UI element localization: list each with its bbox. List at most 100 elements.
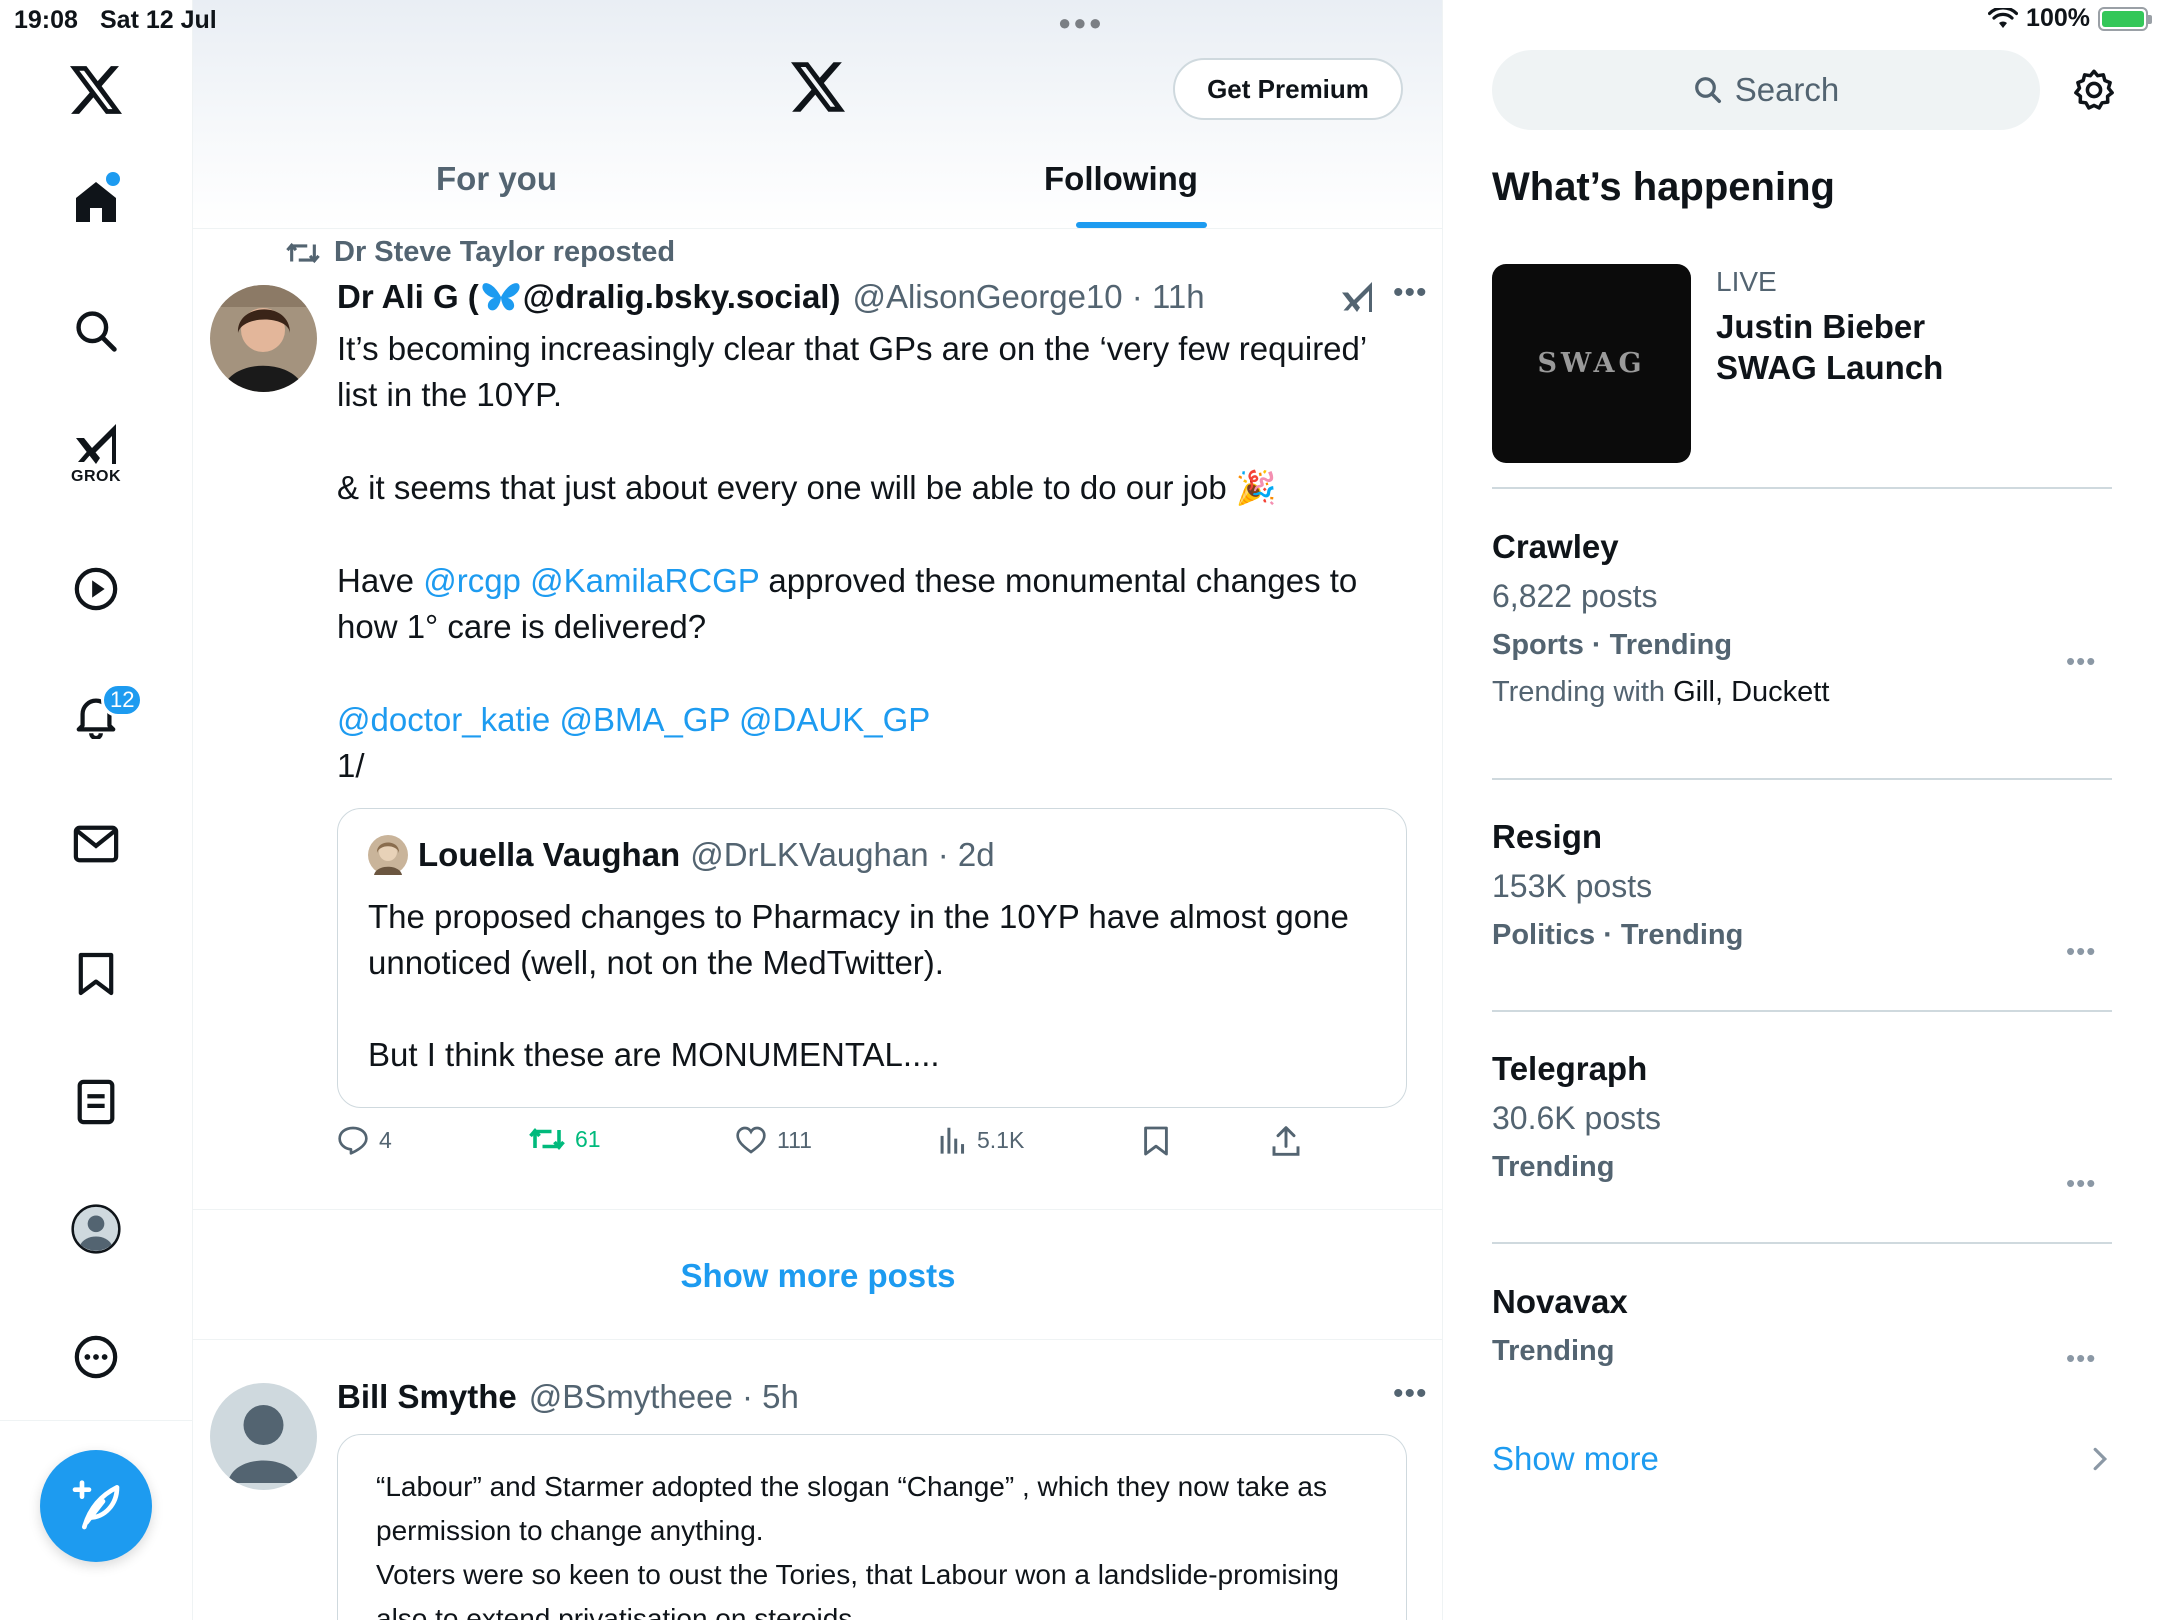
x-logo-icon[interactable] — [62, 56, 130, 124]
compose-feather-icon — [72, 1480, 120, 1530]
views-button[interactable]: 5.1K — [939, 1125, 1024, 1155]
mention-links[interactable]: @rcgp @KamilaRCGP — [423, 562, 759, 599]
trend-more-icon[interactable]: ••• — [2066, 936, 2096, 967]
search-input[interactable]: Search — [1492, 50, 2040, 130]
trending-with: Trending with Gill, Duckett — [1492, 676, 2112, 709]
main-timeline: Get Premium For you Following Dr Steve T… — [193, 0, 1443, 1620]
reply-button[interactable]: 4 — [337, 1125, 392, 1155]
trend-post-count: 6,822 posts — [1492, 578, 1658, 614]
post[interactable]: Dr Steve Taylor reposted Dr Ali G ( @dra… — [193, 230, 1442, 1210]
video-icon[interactable] — [62, 555, 130, 623]
post-text: approved these monumental changes to — [759, 562, 1358, 599]
quoted-author-line: Louella Vaughan @DrLKVaughan · 2d — [368, 835, 995, 875]
post-text-line: how 1° care is delivered? — [337, 608, 707, 645]
author-name-part1[interactable]: Dr Ali G ( — [337, 278, 479, 316]
heart-icon — [736, 1126, 766, 1154]
post[interactable]: Bill Smythe @BSmytheee · 5h ••• “Labour”… — [193, 1341, 1442, 1620]
tab-following[interactable]: Following — [1044, 160, 1198, 210]
trend-more-icon[interactable]: ••• — [2066, 1168, 2096, 1199]
trend-post-count: 153K posts — [1492, 868, 1653, 904]
bookmark-icon — [1144, 1126, 1168, 1156]
lists-icon[interactable] — [62, 1068, 130, 1136]
live-event-title: Justin Bieber SWAG Launch — [1716, 308, 1944, 386]
x-logo-icon[interactable] — [791, 62, 845, 112]
mail-icon[interactable] — [62, 810, 130, 878]
post-text-paragraph-3: Have @rcgp @KamilaRCGP approved these mo… — [337, 558, 1407, 650]
post-text-line: It’s becoming increasingly clear that GP… — [337, 330, 1368, 367]
search-icon[interactable] — [62, 297, 130, 365]
author-avatar[interactable] — [210, 285, 317, 392]
grok-label: GROK — [71, 468, 121, 485]
share-button[interactable] — [1271, 1125, 1301, 1157]
more-icon[interactable] — [62, 1323, 130, 1391]
divider — [1492, 778, 2112, 780]
get-premium-button[interactable]: Get Premium — [1173, 58, 1403, 120]
chevron-right-icon[interactable] — [2092, 1446, 2108, 1472]
status-date: Sat 12 Jul — [100, 6, 217, 34]
like-count: 111 — [777, 1126, 812, 1153]
trend-title: Crawley — [1492, 528, 1619, 565]
post-more-icon[interactable]: ••• — [1393, 276, 1428, 310]
status-right: 100% — [1988, 4, 2152, 33]
quoted-text-line: “Labour” and Starmer adopted the slogan … — [376, 1471, 1328, 1502]
show-more-link[interactable]: Show more — [1492, 1440, 1659, 1478]
live-event-image: SWAG — [1492, 264, 1691, 463]
grok-icon[interactable]: GROK — [62, 420, 130, 488]
repost-icon — [529, 1127, 565, 1151]
bookmark-button[interactable] — [1143, 1125, 1169, 1157]
trend-item[interactable]: Telegraph 30.6K posts Trending — [1492, 1050, 2112, 1184]
status-time: 19:08 — [14, 6, 78, 34]
post-more-icon[interactable]: ••• — [1393, 1377, 1428, 1411]
trending-with-names[interactable]: Gill, Duckett — [1673, 676, 1829, 708]
multitasking-dots-icon[interactable]: ●●● — [1058, 10, 1104, 36]
tab-for-you[interactable]: For you — [436, 160, 557, 210]
grok-post-icon[interactable] — [1339, 280, 1375, 314]
trend-item[interactable]: Resign 153K posts Politics · Trending — [1492, 818, 2112, 952]
trend-item[interactable]: Novavax Trending — [1492, 1283, 2112, 1368]
quoted-text-line: But I think these are MONUMENTAL.... — [368, 1036, 940, 1073]
quoted-author-handle[interactable]: @DrLKVaughan · 2d — [690, 836, 994, 874]
author-handle-time[interactable]: @AlisonGeorge10 · 11h — [852, 278, 1204, 316]
quoted-author-name[interactable]: Louella Vaughan — [418, 836, 680, 874]
trend-more-icon[interactable]: ••• — [2066, 646, 2096, 677]
like-button[interactable]: 111 — [735, 1125, 812, 1155]
quoted-author-avatar[interactable] — [368, 835, 408, 875]
repost-count: 61 — [575, 1125, 601, 1152]
author-handle-time[interactable]: @BSmytheee · 5h — [529, 1378, 799, 1416]
reply-icon — [338, 1126, 368, 1155]
author-avatar[interactable] — [210, 1383, 317, 1490]
divider — [1492, 1010, 2112, 1012]
left-navigation: GROK 12 — [0, 0, 193, 1620]
repost-button[interactable]: 61 — [529, 1125, 601, 1153]
repost-by-text[interactable]: Dr Steve Taylor reposted — [334, 236, 675, 269]
trend-category: Trending — [1492, 1335, 1615, 1367]
mention-links[interactable]: @doctor_katie @BMA_GP @DAUK_GP — [337, 697, 1407, 743]
trend-item[interactable]: Crawley 6,822 posts Sports · Trending Tr… — [1492, 528, 2112, 709]
trend-more-icon[interactable]: ••• — [2066, 1343, 2096, 1374]
author-name-part2[interactable]: @dralig.bsky.social) — [523, 278, 841, 316]
nav-divider — [0, 1420, 193, 1421]
active-tab-indicator — [1076, 222, 1207, 228]
whats-happening-heading: What’s happening — [1492, 165, 1835, 209]
reply-count: 4 — [379, 1126, 392, 1153]
battery-percent: 100% — [2026, 4, 2090, 32]
search-icon — [1694, 77, 1721, 103]
post-text-line: list in the 10YP. — [337, 376, 563, 413]
trend-category: Trending — [1492, 1151, 1615, 1183]
compose-post-button[interactable] — [40, 1450, 152, 1562]
post-author-line: Bill Smythe @BSmytheee · 5h — [337, 1378, 799, 1416]
repost-context: Dr Steve Taylor reposted — [286, 236, 675, 269]
author-name[interactable]: Bill Smythe — [337, 1378, 517, 1416]
bookmark-icon[interactable] — [62, 940, 130, 1008]
profile-avatar-icon[interactable] — [62, 1195, 130, 1263]
quoted-post[interactable]: Louella Vaughan @DrLKVaughan · 2d The pr… — [337, 808, 1407, 1108]
post-text-paragraph-2: & it seems that just about every one wil… — [337, 469, 1277, 506]
wifi-icon — [1988, 7, 2019, 28]
settings-gear-icon[interactable] — [2072, 68, 2116, 112]
quoted-post[interactable]: “Labour” and Starmer adopted the slogan … — [337, 1434, 1407, 1620]
divider — [1492, 1242, 2112, 1244]
post-actions: 4 61 111 5.1K — [337, 1125, 1337, 1165]
show-more-posts-button[interactable]: Show more posts — [193, 1212, 1442, 1340]
trend-title: Novavax — [1492, 1283, 1628, 1320]
quoted-text-line: permission to change anything. — [376, 1515, 764, 1546]
